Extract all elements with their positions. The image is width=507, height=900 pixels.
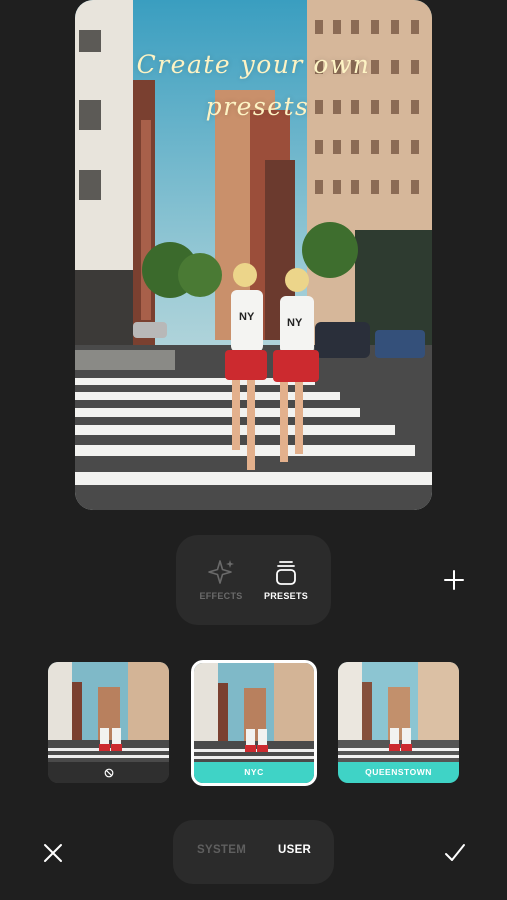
tab-effects-label: EFFECTS: [199, 591, 243, 601]
checkmark-icon: [445, 844, 465, 861]
preset-thumbnail: [338, 662, 459, 762]
tab-system[interactable]: SYSTEM: [197, 844, 246, 856]
svg-text:NY: NY: [239, 311, 255, 323]
preset-none[interactable]: [48, 662, 169, 783]
preset-none-caption: [48, 762, 169, 783]
preset-queenstown[interactable]: QUEENSTOWN: [338, 662, 459, 783]
none-icon: [104, 768, 113, 778]
tab-effects[interactable]: EFFECTS: [188, 553, 254, 609]
source-tab-bar: SYSTEM USER: [173, 820, 334, 884]
preview-image: NY NY Create your own presets: [75, 0, 432, 510]
preset-thumbnail: [194, 663, 314, 763]
preset-thumbnail: [48, 662, 169, 762]
preview-headline: Create your own presets: [75, 44, 432, 128]
close-icon: [44, 844, 62, 862]
mode-tab-bar: EFFECTS PRESETS: [176, 535, 331, 625]
add-preset-button[interactable]: [436, 562, 472, 598]
tab-user[interactable]: USER: [278, 844, 311, 856]
headline-line-1: Create your own: [136, 50, 371, 79]
preset-nyc-label: NYC: [194, 762, 314, 783]
preset-queenstown-label: QUEENSTOWN: [338, 762, 459, 783]
close-button[interactable]: [40, 840, 66, 866]
tab-presets-label: PRESETS: [263, 591, 309, 601]
sparkle-icon: [208, 560, 234, 584]
confirm-button[interactable]: [441, 840, 469, 866]
presets-stack-icon: [276, 561, 296, 585]
plus-icon: [444, 570, 464, 590]
headline-line-2: presets: [205, 92, 310, 121]
svg-text:NY: NY: [287, 317, 303, 329]
preset-nyc[interactable]: NYC: [191, 660, 317, 786]
tab-presets[interactable]: PRESETS: [253, 553, 319, 609]
